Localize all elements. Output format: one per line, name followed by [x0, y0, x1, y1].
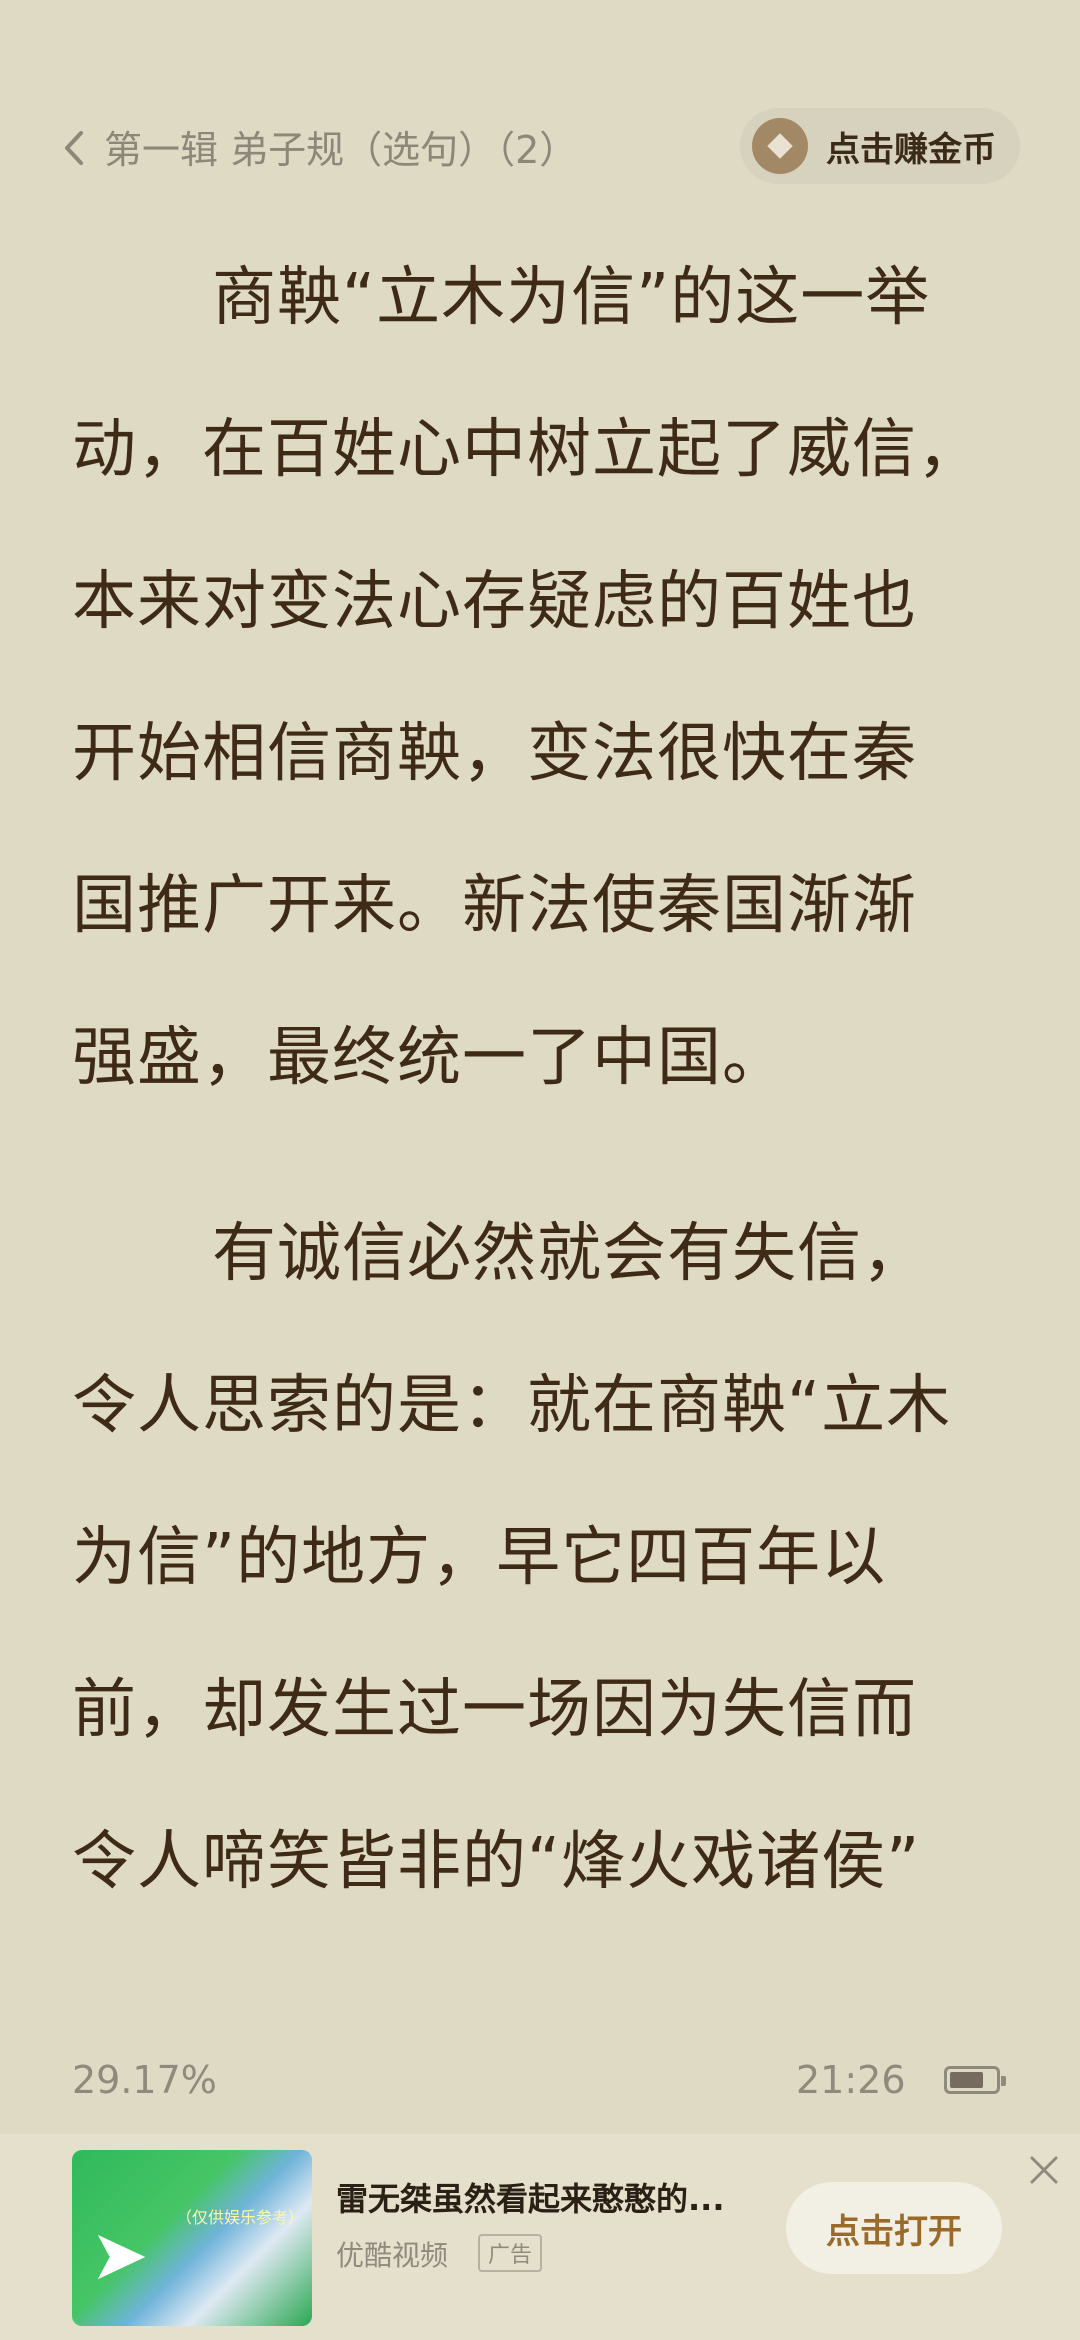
reader-header: 第一辑 弟子规（选句）（2） 点击赚金币	[0, 100, 1080, 200]
text-line: 令人啼笑皆非的“烽火戏诸侯”	[72, 1825, 921, 1899]
text-line: 商鞅“立木为信”的这一举	[212, 261, 931, 335]
ad-close-button[interactable]	[1024, 2150, 1064, 2190]
text-line: 令人思索的是：就在商鞅“立木	[72, 1369, 952, 1443]
chevron-left-icon	[65, 131, 83, 165]
close-icon	[1030, 2156, 1058, 2184]
text-line: 前，却发生过一场因为失信而	[72, 1673, 917, 1747]
paragraph: 商鞅“立木为信”的这一举 动，在百姓心中树立起了威信， 本来对变法心存疑虑的百姓…	[72, 222, 1012, 1134]
cursor-arrow-icon: ➤	[90, 2214, 149, 2296]
text-line: 有诚信必然就会有失信，	[212, 1217, 927, 1291]
chapter-title[interactable]: 第一辑 弟子规（选句）（2）	[104, 120, 577, 180]
ad-title[interactable]: 雷无桀虽然看起来憨憨的...	[336, 2174, 724, 2220]
ad-label-badge: 广告	[478, 2234, 543, 2272]
text-line: 国推广开来。新法使秦国渐渐	[72, 869, 917, 943]
coin-icon	[752, 118, 808, 174]
ad-thumbnail-caption: （仅供娱乐参考）	[176, 2208, 305, 2227]
paragraph: 有诚信必然就会有失信， 令人思索的是：就在商鞅“立木 为信”的地方，早它四百年以…	[72, 1178, 1012, 1938]
earn-coins-button[interactable]: 点击赚金币	[740, 108, 1020, 184]
text-line: 为信”的地方，早它四百年以	[72, 1521, 887, 1595]
ad-source: 优酷视频	[336, 2239, 449, 2272]
text-line: 动，在百姓心中树立起了威信，	[72, 413, 982, 487]
reading-progress: 29.17%	[72, 2058, 217, 2102]
ad-thumbnail[interactable]: ➤ （仅供娱乐参考）	[72, 2150, 312, 2326]
back-button[interactable]	[54, 118, 94, 178]
text-line: 强盛，最终统一了中国。	[72, 1021, 787, 1095]
battery-level	[950, 2072, 983, 2088]
clock: 21:26	[796, 2058, 906, 2102]
earn-coins-label: 点击赚金币	[826, 129, 996, 170]
ad-open-button[interactable]: 点击打开	[786, 2182, 1002, 2274]
text-line: 本来对变法心存疑虑的百姓也	[72, 565, 917, 639]
ad-banner[interactable]: ➤ （仅供娱乐参考） 雷无桀虽然看起来憨憨的... 优酷视频 广告 点击打开	[0, 2134, 1080, 2340]
reader-status-bar: 29.17% 21:26	[0, 2050, 1080, 2110]
battery-icon	[944, 2066, 1006, 2094]
reading-content[interactable]: 商鞅“立木为信”的这一举 动，在百姓心中树立起了威信， 本来对变法心存疑虑的百姓…	[72, 222, 1012, 1938]
text-line: 开始相信商鞅，变法很快在秦	[72, 717, 917, 791]
